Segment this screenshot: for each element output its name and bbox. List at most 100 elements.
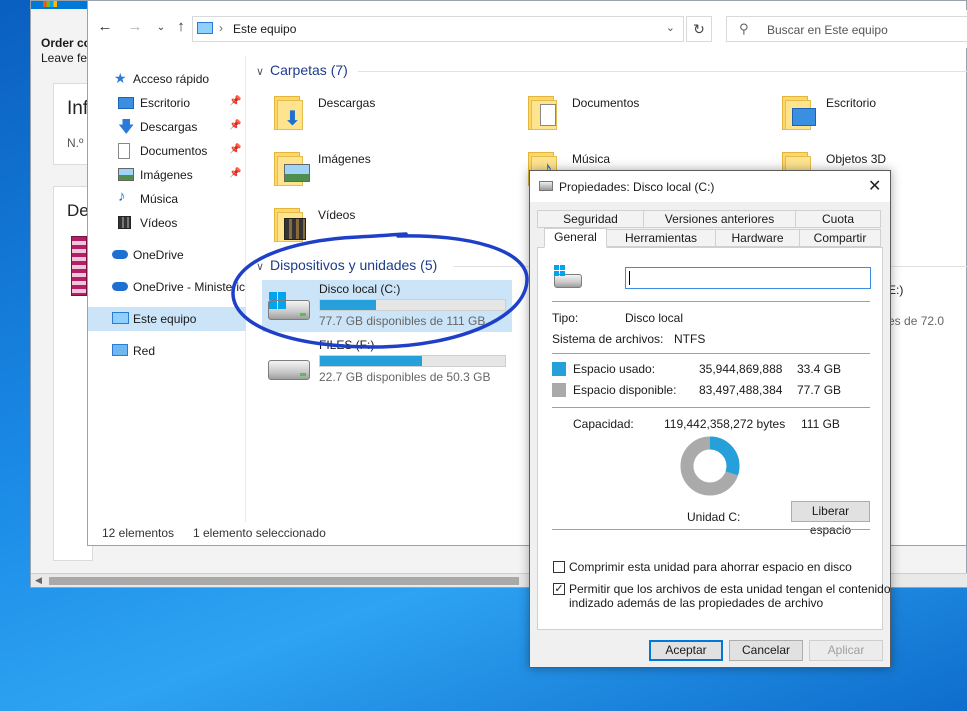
sidebar-item-label: Documentos (140, 144, 208, 158)
sidebar-item-label: Red (133, 344, 156, 358)
type-value: Disco local (625, 311, 684, 325)
pin-icon[interactable]: 📌 (229, 168, 241, 179)
search-box[interactable]: ⚲ Buscar en Este equipo (726, 16, 967, 42)
background-heading: De (67, 201, 89, 220)
tab-security[interactable]: Seguridad (537, 210, 644, 228)
sidebar-item-onedrive-ministeric[interactable]: OneDrive - Ministeric (88, 276, 246, 298)
sidebar-item-network[interactable]: Red (88, 340, 246, 362)
sidebar-item-pictures[interactable]: Imágenes 📌 (88, 164, 246, 186)
star-icon: ★ (114, 70, 127, 86)
back-arrow-icon[interactable]: ← (94, 18, 116, 35)
address-bar[interactable]: › Este equipo ⌄ (192, 16, 684, 42)
sidebar-item-quick-access[interactable]: ★ Acceso rápido (88, 68, 246, 90)
tab-quota[interactable]: Cuota (795, 210, 881, 228)
sidebar-item-videos[interactable]: Vídeos (88, 212, 246, 234)
pin-icon[interactable]: 📌 (229, 144, 241, 155)
used-space-swatch (552, 362, 566, 376)
tab-hardware[interactable]: Hardware (715, 229, 800, 247)
apply-button[interactable]: Aplicar (809, 640, 883, 661)
ok-button[interactable]: Aceptar (649, 640, 723, 661)
windows-logo-icon (554, 265, 566, 277)
drive-name-input[interactable] (625, 267, 871, 289)
chevron-down-icon[interactable]: ∨ (256, 65, 270, 78)
cancel-button[interactable]: Cancelar (729, 640, 803, 661)
computer-icon (197, 22, 213, 34)
folder-label: Escritorio (826, 96, 877, 110)
recent-locations-icon[interactable]: ⌄ (150, 22, 172, 33)
divider (552, 301, 870, 302)
close-icon[interactable]: ✕ (868, 176, 881, 196)
drive-free-text: 22.7 GB disponibles de 50.3 GB (319, 370, 491, 384)
folder-item-documents[interactable]: Documentos (528, 92, 748, 148)
folder-icon (274, 148, 310, 186)
network-icon (112, 344, 128, 356)
index-label-line1: Permitir que los archivos de esta unidad… (569, 582, 891, 596)
app-logo-icon (43, 1, 57, 7)
type-label: Tipo: (552, 311, 579, 325)
dialog-title-bar[interactable]: Propiedades: Disco local (C:) ✕ (530, 171, 890, 202)
drive-free-text: 77.7 GB disponibles de 111 GB (319, 314, 486, 328)
capacity-label: Capacidad: (573, 417, 634, 431)
pin-icon[interactable]: 📌 (229, 96, 241, 107)
sidebar-item-desktop[interactable]: Escritorio 📌 (88, 92, 246, 114)
sidebar-item-label: Este equipo (133, 312, 197, 326)
folder-label: Documentos (572, 96, 640, 110)
folder-label: Vídeos (318, 208, 356, 222)
folders-group-header[interactable]: ∨ Carpetas (7) (256, 62, 348, 78)
scrollbar-thumb[interactable] (49, 577, 519, 585)
chevron-down-icon[interactable]: ∨ (256, 260, 270, 273)
used-space-bytes: 35,944,869,888 (699, 362, 783, 376)
leave-text: Leave fe (41, 51, 88, 65)
compress-checkbox[interactable] (553, 561, 565, 573)
search-icon: ⚲ (739, 21, 749, 36)
tab-previous-versions[interactable]: Versiones anteriores (643, 210, 796, 228)
folder-label: Descargas (318, 96, 376, 110)
folder-item-videos[interactable]: Vídeos (274, 204, 494, 260)
sidebar-item-music[interactable]: ♪ Música (88, 188, 246, 210)
sidebar-item-onedrive[interactable]: OneDrive (88, 244, 246, 266)
download-icon: 🡇 (118, 119, 135, 136)
unit-label: Unidad C: (687, 510, 741, 524)
order-text: Order co (41, 36, 92, 50)
refresh-button[interactable]: ↻ (686, 16, 712, 42)
music-icon: ♪ (118, 188, 126, 205)
sidebar-item-label: OneDrive - Ministeric (133, 280, 246, 294)
tab-general[interactable]: General (544, 228, 607, 248)
folder-item-downloads[interactable]: ⬇ Descargas (274, 92, 494, 148)
divider (552, 353, 870, 354)
drive-item-c[interactable]: Disco local (C:) 77.7 GB disponibles de … (262, 280, 512, 332)
index-checkbox[interactable]: ✓ (553, 583, 565, 595)
scroll-left-icon[interactable]: ◀ (35, 575, 42, 586)
sidebar-item-documents[interactable]: Documentos 📌 (88, 140, 246, 162)
devices-header-label: Dispositivos y unidades (5) (270, 257, 438, 273)
cloud-icon (112, 282, 128, 291)
forward-arrow-icon[interactable]: → (124, 18, 146, 35)
navigation-pane: ★ Acceso rápido Escritorio 📌 🡇 Descargas… (88, 56, 246, 522)
free-space-button[interactable]: Liberar espacio (791, 501, 870, 537)
folder-item-desktop[interactable]: Escritorio (782, 92, 967, 148)
sidebar-item-label: Música (140, 192, 179, 206)
free-space-label: Espacio disponible: (573, 383, 677, 397)
index-label-line2: indizado además de las propiedades de ar… (569, 596, 824, 610)
tab-sharing[interactable]: Compartir (799, 229, 881, 247)
address-text[interactable]: Este equipo (233, 22, 296, 36)
navigation-bar: ← → ⌄ ↑ › Este equipo ⌄ ↻ ⚲ Buscar en Es… (88, 10, 967, 48)
chevron-right-icon[interactable]: › (219, 21, 223, 35)
status-item-count: 12 elementos (102, 526, 175, 540)
drive-item-f[interactable]: FILES (F:) 22.7 GB disponibles de 50.3 G… (262, 336, 512, 388)
pin-icon[interactable]: 📌 (229, 120, 241, 131)
folder-icon (528, 92, 560, 130)
up-arrow-icon[interactable]: ↑ (170, 18, 192, 35)
sidebar-item-downloads[interactable]: 🡇 Descargas 📌 (88, 116, 246, 138)
chevron-down-icon[interactable]: ⌄ (666, 21, 675, 34)
devices-group-header[interactable]: ∨ Dispositivos y unidades (5) (256, 257, 437, 273)
tab-tools[interactable]: Herramientas (606, 229, 716, 247)
sidebar-item-this-pc[interactable]: Este equipo (88, 307, 246, 331)
free-space-gb: 77.7 GB (797, 383, 842, 397)
drive-label: Disco local (C:) (319, 282, 401, 296)
background-label: N.º (67, 136, 84, 150)
folder-label: Música (572, 152, 611, 166)
drive-usage-bar (319, 299, 506, 311)
windows-logo-icon (269, 292, 287, 310)
folder-item-pictures[interactable]: Imágenes (274, 148, 494, 204)
